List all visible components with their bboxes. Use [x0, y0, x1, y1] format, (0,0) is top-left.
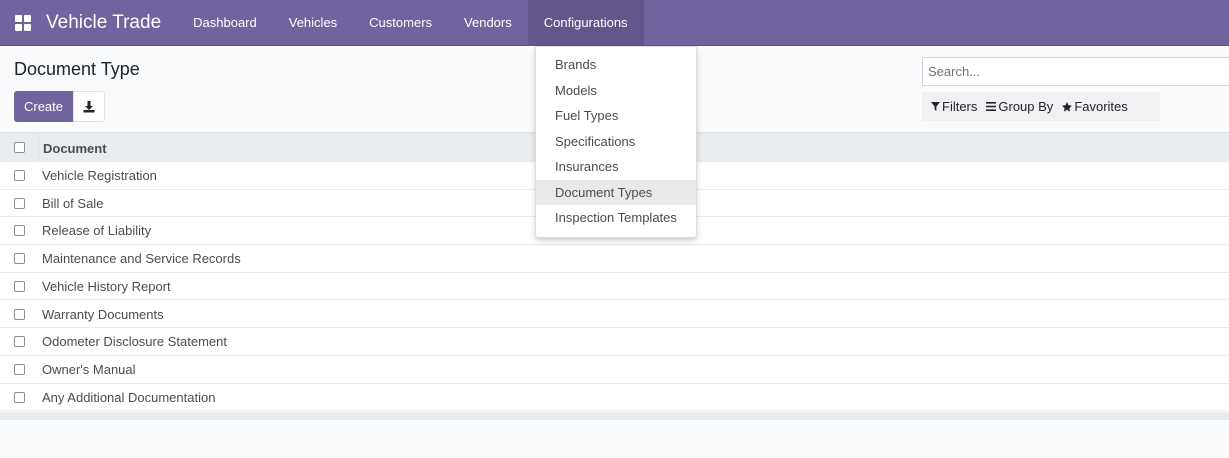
star-icon [1062, 101, 1073, 112]
row-document-name: Odometer Disclosure Statement [42, 334, 227, 350]
row-checkbox[interactable] [14, 391, 25, 403]
row-document-name: Release of Liability [42, 223, 152, 239]
row-checkbox[interactable] [14, 363, 25, 375]
row-document-name: Bill of Sale [42, 195, 104, 211]
create-button[interactable]: Create [14, 91, 73, 122]
app-title[interactable]: Vehicle Trade [46, 12, 161, 34]
select-all-checkbox[interactable] [14, 142, 25, 153]
download-icon [83, 100, 95, 112]
page-title: Document Type [14, 59, 140, 79]
table-row[interactable]: Maintenance and Service Records [0, 245, 1229, 273]
configurations-dropdown-menu: Brands Models Fuel Types Specifications … [535, 46, 697, 238]
menu-item-models[interactable]: Models [536, 78, 696, 104]
table-row[interactable]: Owner's Manual [0, 355, 1229, 384]
apps-menu-icon[interactable] [0, 0, 46, 46]
menu-item-insurances[interactable]: Insurances [536, 154, 696, 180]
row-checkbox[interactable] [14, 253, 25, 265]
search-options-bar: Filters Group By Favorites [922, 92, 1160, 121]
row-document-name: Vehicle Registration [42, 168, 157, 183]
table-row[interactable]: Odometer Disclosure Statement [0, 328, 1229, 356]
row-document-name: Vehicle History Report [42, 278, 171, 294]
row-checkbox[interactable] [14, 336, 25, 348]
favorites-toggle[interactable]: Favorites [1062, 99, 1128, 114]
nav-item-vendors[interactable]: Vendors [448, 0, 528, 46]
filters-toggle[interactable]: Filters [931, 99, 977, 114]
nav-item-customers[interactable]: Customers [353, 0, 448, 46]
row-checkbox[interactable] [14, 197, 25, 209]
search-input[interactable]: Search... [922, 57, 1229, 86]
row-checkbox[interactable] [14, 308, 25, 320]
table-row[interactable]: Vehicle History Report [0, 272, 1229, 301]
row-checkbox[interactable] [14, 225, 25, 237]
menu-item-document-types[interactable]: Document Types [536, 179, 696, 205]
row-document-name: Warranty Documents [42, 306, 164, 322]
table-footer [0, 412, 1229, 420]
download-button[interactable] [73, 91, 105, 122]
top-navbar: Vehicle Trade Dashboard Vehicles Custome… [0, 0, 1229, 46]
menu-item-fuel-types[interactable]: Fuel Types [536, 103, 696, 129]
table-row[interactable]: Any Additional Documentation [0, 383, 1229, 412]
group-by-label: Group By [998, 99, 1054, 114]
row-document-name: Owner's Manual [42, 361, 136, 377]
nav-item-configurations[interactable]: Configurations [527, 0, 644, 46]
filters-label: Filters [942, 99, 978, 114]
group-by-toggle[interactable]: Group By [986, 99, 1053, 114]
nav-item-dashboard[interactable]: Dashboard [177, 0, 273, 46]
bars-icon [986, 102, 997, 111]
filter-icon [931, 102, 940, 111]
table-row[interactable]: Warranty Documents [0, 300, 1229, 329]
menu-item-inspection-templates[interactable]: Inspection Templates [536, 205, 696, 231]
menu-item-specifications[interactable]: Specifications [536, 129, 696, 155]
favorites-label: Favorites [1074, 99, 1128, 114]
menu-item-brands[interactable]: Brands [536, 52, 696, 78]
row-document-name: Maintenance and Service Records [42, 251, 241, 267]
nav-item-vehicles[interactable]: Vehicles [273, 0, 353, 46]
column-header-document[interactable]: Document [38, 133, 107, 163]
row-document-name: Any Additional Documentation [42, 389, 216, 405]
row-checkbox[interactable] [14, 170, 25, 181]
row-checkbox[interactable] [14, 280, 25, 292]
